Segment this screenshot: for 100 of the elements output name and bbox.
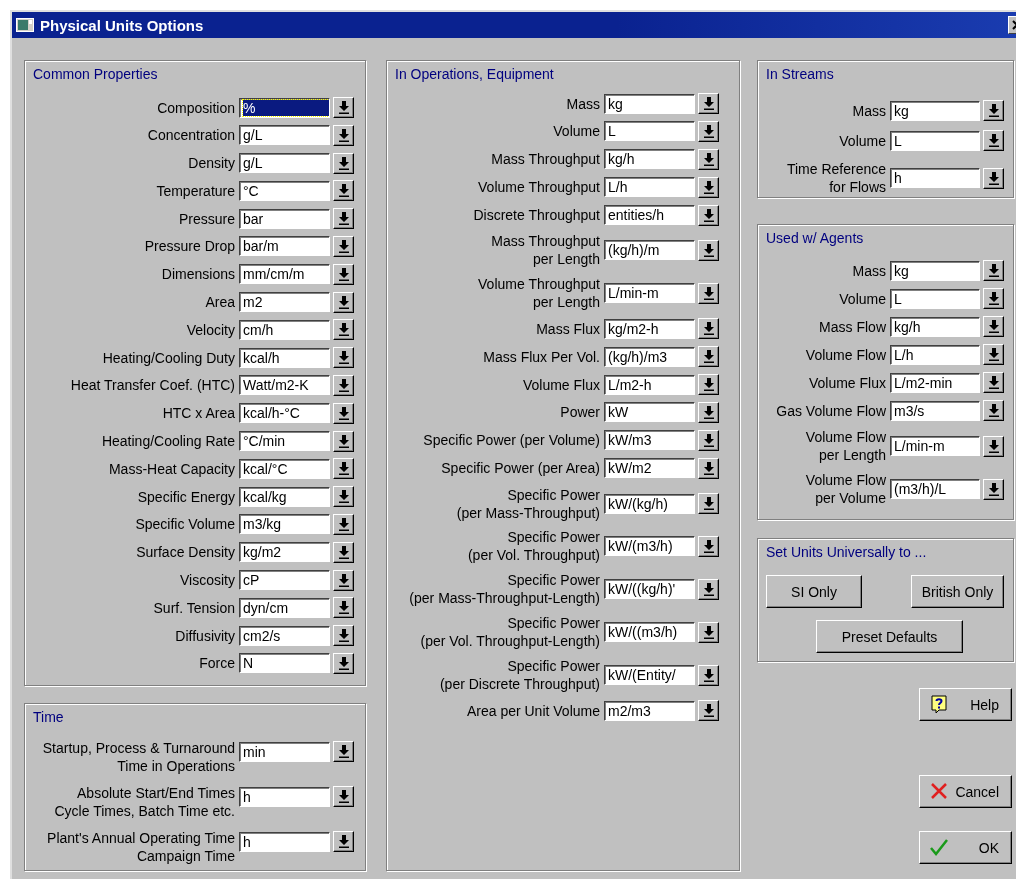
dropdown-field[interactable]: h [239, 831, 330, 852]
dropdown-button[interactable] [698, 346, 719, 368]
unit-preset-button[interactable]: SI Only [766, 575, 862, 608]
dropdown-field[interactable]: °C/min [239, 431, 330, 452]
cancel-button[interactable]: Cancel [919, 775, 1012, 808]
dropdown-field[interactable]: (kg/h)/m3 [604, 346, 695, 367]
dropdown-button[interactable] [983, 130, 1004, 151]
dropdown-field[interactable]: kW/m3 [604, 430, 695, 451]
dropdown-field[interactable]: L/min-m [604, 283, 695, 304]
dropdown-field[interactable]: °C [239, 180, 330, 201]
dropdown-button[interactable] [333, 652, 354, 674]
dropdown-field[interactable]: mm/cm/m [239, 264, 330, 285]
dropdown-field[interactable]: entities/h [604, 205, 695, 226]
dropdown-field[interactable]: N [239, 653, 330, 674]
dropdown-field[interactable]: kW [604, 402, 695, 423]
dropdown-field[interactable]: kW/(Entity/ [604, 665, 695, 686]
dropdown-field[interactable]: kg [890, 100, 980, 121]
dropdown-field[interactable]: kg/h [604, 149, 695, 170]
dropdown-button[interactable] [333, 831, 354, 852]
dropdown-button[interactable] [983, 435, 1004, 457]
dropdown-button[interactable] [333, 124, 354, 146]
dropdown-field[interactable]: kW/m2 [604, 458, 695, 479]
dropdown-field[interactable]: m3/s [890, 400, 980, 421]
dropdown-button[interactable] [333, 625, 354, 647]
dropdown-button[interactable] [333, 180, 354, 202]
dropdown-button[interactable] [333, 319, 354, 341]
dropdown-field[interactable]: L [604, 121, 695, 142]
dropdown-field[interactable]: kg/h [890, 316, 980, 337]
dropdown-field[interactable]: kcal/h-°C [239, 403, 330, 424]
dropdown-field[interactable]: L/h [890, 344, 980, 365]
unit-preset-button[interactable]: Preset Defaults [816, 620, 963, 653]
dropdown-button[interactable] [333, 263, 354, 285]
dropdown-button[interactable] [333, 374, 354, 396]
dropdown-field[interactable]: dyn/cm [239, 597, 330, 618]
dropdown-button[interactable] [333, 486, 354, 508]
dropdown-button[interactable] [983, 344, 1004, 365]
dropdown-button[interactable] [333, 208, 354, 230]
dropdown-button[interactable] [333, 458, 354, 480]
dropdown-button[interactable] [983, 316, 1004, 337]
dropdown-field[interactable]: Watt/m2-K [239, 375, 330, 396]
dropdown-field[interactable]: L [890, 130, 980, 151]
dropdown-button[interactable] [983, 167, 1004, 189]
dropdown-button[interactable] [333, 541, 354, 563]
dropdown-button[interactable] [333, 597, 354, 619]
dropdown-field[interactable]: kg/m2 [239, 542, 330, 563]
dropdown-button[interactable] [698, 578, 719, 600]
dropdown-button[interactable] [983, 372, 1004, 393]
dropdown-field[interactable]: h [239, 786, 330, 807]
dropdown-button[interactable] [698, 700, 719, 722]
dropdown-button[interactable] [698, 282, 719, 304]
dropdown-button[interactable] [698, 318, 719, 340]
dropdown-field[interactable]: kg [604, 93, 695, 114]
dropdown-button[interactable] [333, 402, 354, 424]
dropdown-button[interactable] [698, 664, 719, 686]
help-button[interactable]: Help [919, 688, 1012, 721]
dropdown-button[interactable] [333, 347, 354, 369]
dropdown-button[interactable] [698, 204, 719, 226]
dropdown-button[interactable] [698, 120, 719, 142]
dropdown-field[interactable]: L/h [604, 177, 695, 198]
ok-button[interactable]: OK [919, 831, 1012, 864]
dropdown-field[interactable]: kW/((kg/h)' [604, 579, 695, 600]
dropdown-field[interactable]: cm/h [239, 319, 330, 340]
dropdown-field[interactable]: L/m2-h [604, 374, 695, 395]
dropdown-field[interactable]: min [239, 741, 330, 762]
dropdown-field[interactable]: bar/m [239, 236, 330, 257]
dropdown-field[interactable]: kW/(kg/h) [604, 493, 695, 514]
dropdown-button[interactable] [698, 93, 719, 114]
dropdown-button[interactable] [698, 621, 719, 643]
dropdown-field[interactable]: cP [239, 570, 330, 591]
dropdown-button[interactable] [698, 148, 719, 170]
dropdown-button[interactable] [333, 513, 354, 535]
dropdown-field[interactable]: (kg/h)/m [604, 240, 695, 261]
dropdown-field[interactable]: cm2/s [239, 625, 330, 646]
dropdown-field[interactable]: g/L [239, 125, 330, 146]
dropdown-button[interactable] [983, 260, 1004, 281]
dropdown-button[interactable] [983, 288, 1004, 309]
dropdown-field[interactable]: m2 [239, 292, 330, 313]
dropdown-field[interactable]: L/min-m [890, 436, 980, 456]
dropdown-field[interactable]: L/m2-min [890, 372, 980, 393]
dropdown-field[interactable]: L [890, 288, 980, 309]
dropdown-button[interactable] [333, 786, 354, 807]
dropdown-field[interactable]: m3/kg [239, 514, 330, 535]
dropdown-button[interactable] [333, 236, 354, 257]
dropdown-button[interactable] [333, 152, 354, 174]
dropdown-field[interactable]: % [239, 97, 330, 118]
dropdown-button[interactable] [698, 535, 719, 557]
dropdown-button[interactable] [698, 493, 719, 515]
dropdown-field[interactable]: kcal/h [239, 347, 330, 368]
dropdown-button[interactable] [983, 478, 1004, 500]
dropdown-field[interactable]: (m3/h)/L [890, 479, 980, 499]
dropdown-field[interactable]: h [890, 168, 980, 188]
dropdown-button[interactable] [698, 457, 719, 479]
dropdown-field[interactable]: bar [239, 208, 330, 229]
dropdown-field[interactable]: kW/((m3/h) [604, 622, 695, 643]
dropdown-button[interactable] [333, 291, 354, 313]
dropdown-button[interactable] [698, 401, 719, 423]
dropdown-field[interactable]: kcal/kg [239, 486, 330, 507]
dropdown-button[interactable] [983, 100, 1004, 121]
dropdown-field[interactable]: g/L [239, 153, 330, 174]
dropdown-field[interactable]: kg [890, 260, 980, 281]
